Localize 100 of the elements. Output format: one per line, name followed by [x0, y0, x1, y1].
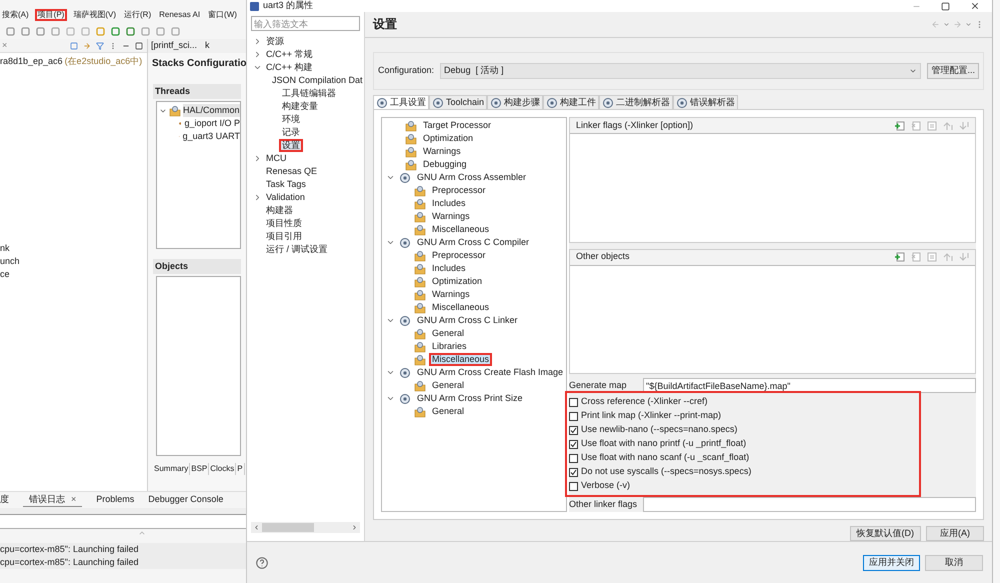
menu-item[interactable]: 搜索(A) — [0, 9, 31, 21]
checkbox-label[interactable]: Use float with nano printf (-u _printf_float) — [581, 437, 746, 451]
checkbox[interactable] — [569, 412, 578, 420]
nav-item[interactable]: 项目引用 — [263, 230, 305, 244]
dropdown-icon[interactable] — [965, 20, 972, 28]
page-tab[interactable]: BSP — [190, 462, 210, 474]
menu-item[interactable]: Renesas AI — [157, 9, 202, 21]
move-up-icon[interactable] — [943, 252, 953, 262]
collapse-icon[interactable] — [253, 63, 262, 72]
collapse-all-icon[interactable] — [70, 42, 78, 50]
collapse-icon[interactable] — [386, 238, 395, 247]
checkbox-label[interactable]: Use float with nano scanf (-u _scanf_float) — [581, 451, 750, 465]
manage-configurations-button[interactable]: 管理配置... — [927, 62, 979, 79]
log-row[interactable]: cpu=cortex-m85": Launching failed — [0, 543, 246, 556]
nav-item[interactable]: 项目性质 — [263, 216, 305, 230]
module-item[interactable]: g_ioport I/O P — [184, 116, 240, 130]
edit-icon[interactable] — [927, 120, 937, 130]
scroll-thumb[interactable] — [262, 523, 314, 532]
tool-tree-item[interactable]: GNU Arm Cross Print Size — [414, 392, 526, 406]
checkbox-label[interactable]: Print link map (-Xlinker --print-map) — [581, 409, 722, 423]
tool-tree-item[interactable]: Optimization — [429, 274, 486, 288]
scroll-right-icon[interactable] — [351, 524, 358, 531]
dropdown-icon[interactable] — [943, 20, 950, 28]
collapse-icon[interactable] — [386, 173, 395, 182]
nav-item[interactable]: Task Tags — [263, 178, 309, 192]
nav-item[interactable]: 设置 — [279, 138, 303, 152]
nav-item[interactable]: 构建变量 — [279, 100, 321, 114]
delete-icon[interactable] — [911, 120, 921, 130]
nav-item[interactable]: 记录 — [279, 126, 303, 140]
link-icon[interactable] — [83, 42, 91, 50]
close-icon[interactable] — [970, 1, 980, 11]
tool-tree-item[interactable]: Miscellaneous — [429, 222, 492, 236]
tool-tree-item[interactable]: Miscellaneous — [429, 352, 492, 366]
checkbox[interactable] — [569, 468, 578, 476]
tool-tree-item[interactable]: Target Processor — [420, 118, 494, 132]
tab[interactable]: Toolchain — [429, 95, 488, 109]
tool-tree-item[interactable]: General — [429, 404, 468, 418]
tool-tree-item[interactable]: Warnings — [429, 288, 473, 302]
console-tab[interactable]: 错误日志 × — [23, 493, 82, 507]
cancel-button[interactable]: 取消 — [925, 554, 983, 570]
apply-and-close-button[interactable]: 应用并关闭 — [863, 554, 920, 570]
checkbox-label[interactable]: Do not use syscalls (--specs=nosys.specs) — [581, 465, 752, 479]
tool-tree-item[interactable]: Includes — [429, 196, 469, 210]
checkbox[interactable] — [569, 482, 578, 490]
add-icon[interactable] — [895, 120, 905, 130]
tool-tree-item[interactable]: Preprocessor — [429, 248, 489, 262]
tool-tree-item[interactable]: GNU Arm Cross C Compiler — [414, 236, 532, 250]
tool-tree-item[interactable]: Debugging — [420, 158, 470, 172]
nav-item[interactable]: Validation — [263, 190, 308, 204]
tab[interactable]: 错误解析器 — [673, 95, 738, 109]
nav-item[interactable]: C/C++ 常规 — [263, 48, 316, 62]
tool-tree-item[interactable]: GNU Arm Cross Assembler — [414, 170, 530, 184]
explorer-item[interactable]: ce — [0, 268, 147, 281]
console-tab[interactable]: Problems — [96, 493, 134, 507]
scroll-left-icon[interactable] — [253, 524, 260, 531]
nav-item[interactable]: 环境 — [279, 112, 303, 126]
tool-tree-item[interactable]: General — [429, 326, 468, 340]
page-tab[interactable]: P — [236, 462, 245, 474]
tool-tree-item[interactable]: General — [429, 378, 468, 392]
console-filter-field[interactable] — [0, 515, 246, 529]
thread-item[interactable]: HAL/Common — [183, 104, 240, 118]
nav-item[interactable]: JSON Compilation Dat — [269, 74, 366, 88]
explorer-item[interactable]: unch — [0, 255, 147, 268]
back-icon[interactable] — [931, 20, 940, 29]
filter-field[interactable]: 输入筛选文本 — [251, 16, 360, 31]
console-tab[interactable]: Debugger Console — [148, 493, 224, 507]
nav-item[interactable]: 资源 — [263, 34, 287, 48]
page-tab[interactable]: Clocks — [209, 462, 236, 474]
collapse-icon[interactable] — [386, 368, 395, 377]
nav-item[interactable]: MCU — [263, 152, 290, 166]
expand-icon[interactable] — [253, 50, 262, 59]
configuration-dropdown[interactable]: Debug [ 活动 ] — [440, 62, 922, 79]
nav-item[interactable]: 工具链编辑器 — [279, 86, 339, 100]
generate-map-field[interactable]: "${BuildArtifactFileBaseName}.map" — [643, 378, 976, 393]
add-icon[interactable] — [895, 252, 905, 262]
menu-item[interactable]: 瑞萨视图(V) — [71, 9, 118, 21]
tool-tree-item[interactable]: GNU Arm Cross C Linker — [414, 314, 521, 328]
nav-item[interactable]: C/C++ 构建 — [263, 60, 316, 74]
tab[interactable]: 构建工件 — [543, 95, 600, 109]
checkbox-label[interactable]: Verbose (-v) — [581, 479, 630, 493]
move-down-icon[interactable] — [959, 120, 969, 130]
filter-icon[interactable] — [96, 42, 104, 50]
tool-tree-item[interactable]: Libraries — [429, 340, 470, 354]
tool-tree-item[interactable]: Preprocessor — [429, 184, 489, 198]
expand-icon[interactable] — [253, 37, 262, 46]
project-item[interactable]: ra8d1b_ep_ac6 — [0, 54, 63, 68]
checkbox-label[interactable]: Cross reference (-Xlinker --cref) — [581, 395, 708, 409]
menu-item[interactable]: 窗口(W) — [206, 9, 239, 21]
checkbox[interactable] — [569, 426, 578, 434]
explorer-item[interactable]: nk — [0, 242, 147, 255]
page-tab[interactable]: Summary — [153, 462, 190, 474]
expand-icon[interactable] — [253, 193, 262, 202]
collapse-icon[interactable] — [386, 316, 395, 325]
tool-tree-item[interactable]: Warnings — [420, 144, 464, 158]
tab[interactable]: 二进制解析器 — [599, 95, 674, 109]
editor-tab[interactable]: k — [205, 39, 210, 53]
tool-tree-item[interactable]: Miscellaneous — [429, 300, 492, 314]
delete-icon[interactable] — [911, 252, 921, 262]
menu-item[interactable]: 项目(P) — [34, 9, 68, 21]
menu-item[interactable]: 运行(R) — [122, 9, 154, 21]
